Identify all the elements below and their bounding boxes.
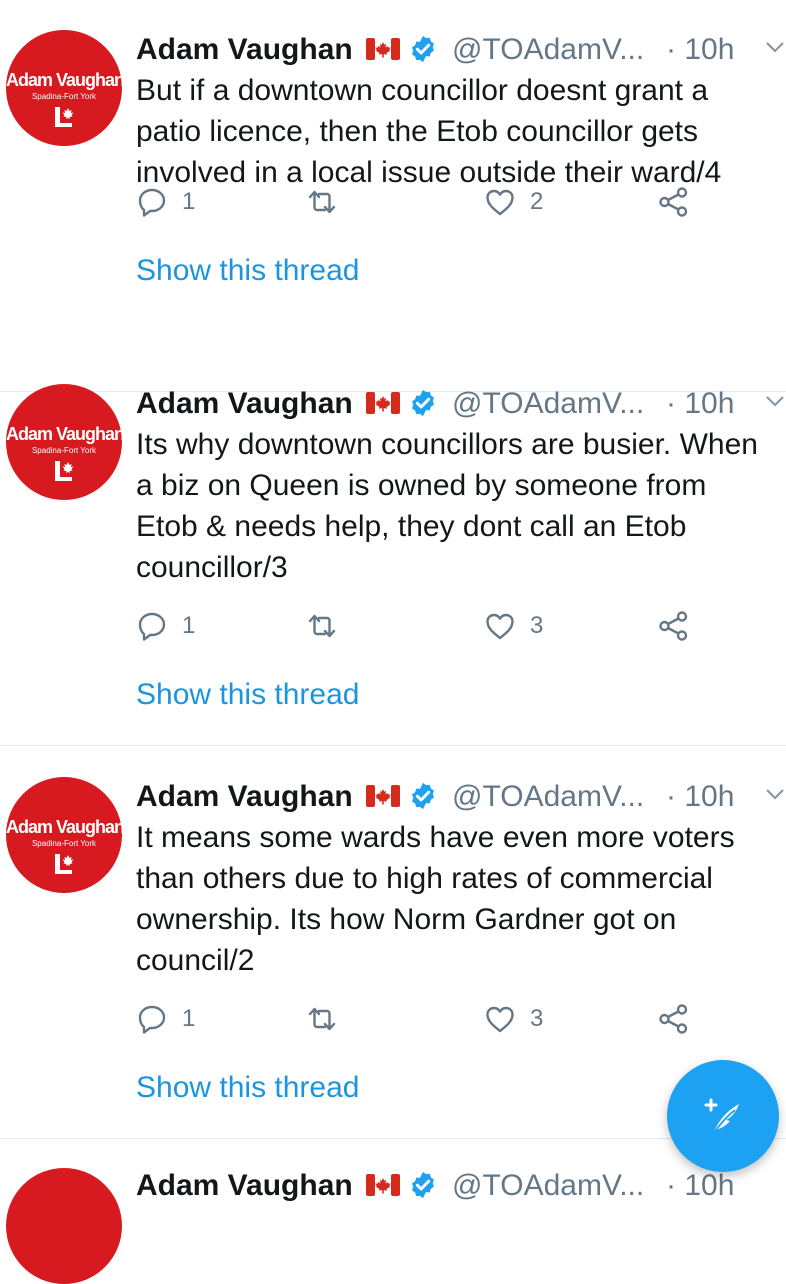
tweet-time[interactable]: · 10h <box>666 1168 734 1204</box>
canada-flag-icon <box>366 392 400 414</box>
retweet-button[interactable] <box>306 997 352 1041</box>
canada-flag-icon <box>366 1174 400 1196</box>
tweet-header: Adam Vaughan @TOAdamV... · 10h <box>136 386 786 422</box>
author-handle[interactable]: @TOAdamV... <box>452 32 644 68</box>
heart-icon <box>486 189 514 216</box>
reply-button[interactable]: 1 <box>136 997 195 1041</box>
liberal-logo-icon <box>55 107 74 127</box>
author-name[interactable]: Adam Vaughan <box>136 32 353 68</box>
tweet[interactable]: Adam Vaughan Spadina-Fort York Adam Vaug… <box>0 354 786 746</box>
tweet-text: Its why downtown councillors are busier.… <box>136 428 758 584</box>
author-handle[interactable]: @TOAdamV... <box>452 779 644 815</box>
tweet-text: But if a downtown councillor doesnt gran… <box>136 74 722 189</box>
tweet-header: Adam Vaughan @TOAdamV... · 10h <box>136 1168 786 1204</box>
like-button[interactable]: 3 <box>484 997 543 1041</box>
verified-badge-icon <box>412 1171 434 1199</box>
tweet[interactable]: Adam Vaughan Spadina-Fort York Adam Vaug… <box>0 0 786 392</box>
liberal-logo-icon <box>55 461 74 481</box>
tweet[interactable]: Adam Vaughan @TOAdamV... · 10h <box>0 1140 786 1284</box>
retweet-icon <box>308 1007 336 1031</box>
verified-badge-icon <box>412 782 434 810</box>
like-count: 2 <box>530 188 544 215</box>
author-name[interactable]: Adam Vaughan <box>136 386 353 422</box>
heart-icon <box>486 1006 514 1033</box>
tweet-actions: 1 3 <box>136 604 696 648</box>
compose-tweet-button[interactable] <box>667 1060 779 1172</box>
avatar-riding: Spadina-Fort York <box>31 446 97 455</box>
retweet-icon <box>308 190 336 214</box>
canada-flag-icon <box>366 785 400 807</box>
tweet-actions: 1 3 <box>136 997 696 1041</box>
chevron-down-icon[interactable] <box>764 38 786 56</box>
like-count: 3 <box>530 612 544 639</box>
like-button[interactable]: 3 <box>484 604 543 648</box>
tweet-actions: 1 2 <box>136 180 696 224</box>
avatar-name: Adam Vaughan <box>6 70 122 90</box>
tweet-time[interactable]: · 10h <box>666 779 734 815</box>
retweet-button[interactable] <box>306 604 352 648</box>
show-thread-link[interactable]: Show this thread <box>136 253 359 289</box>
tweet-text: It means some wards have even more voter… <box>136 821 735 977</box>
chevron-down-icon[interactable] <box>764 392 786 410</box>
share-button[interactable] <box>658 997 690 1041</box>
share-button[interactable] <box>658 604 690 648</box>
avatar[interactable]: Adam Vaughan Spadina-Fort York <box>6 384 122 500</box>
compose-tweet-icon <box>704 1098 739 1135</box>
avatar[interactable] <box>6 1168 122 1284</box>
avatar[interactable]: Adam Vaughan Spadina-Fort York <box>6 30 122 146</box>
avatar-name: Adam Vaughan <box>6 424 122 444</box>
verified-badge-icon <box>412 35 434 63</box>
retweet-button[interactable] <box>306 180 352 224</box>
verified-badge-icon <box>412 389 434 417</box>
tweet-time[interactable]: · 10h <box>666 386 734 422</box>
author-handle[interactable]: @TOAdamV... <box>452 386 644 422</box>
reply-icon <box>138 188 166 217</box>
tweet[interactable]: Adam Vaughan Spadina-Fort York Adam Vaug… <box>0 747 786 1139</box>
share-icon <box>659 611 688 641</box>
reply-button[interactable]: 1 <box>136 180 195 224</box>
reply-icon <box>138 612 166 641</box>
tweet-header: Adam Vaughan @TOAdamV... · 10h <box>136 32 786 68</box>
avatar-name: Adam Vaughan <box>6 817 122 837</box>
avatar-riding: Spadina-Fort York <box>31 92 97 101</box>
show-thread-link[interactable]: Show this thread <box>136 677 359 713</box>
chevron-down-icon[interactable] <box>764 785 786 803</box>
avatar[interactable]: Adam Vaughan Spadina-Fort York <box>6 777 122 893</box>
share-icon <box>659 187 688 217</box>
author-handle[interactable]: @TOAdamV... <box>452 1168 644 1204</box>
reply-count: 1 <box>182 188 196 215</box>
avatar-riding: Spadina-Fort York <box>31 839 97 848</box>
canada-flag-icon <box>366 38 400 60</box>
like-count: 3 <box>530 1005 544 1032</box>
share-button[interactable] <box>658 180 690 224</box>
reply-count: 1 <box>182 612 196 639</box>
reply-count: 1 <box>182 1005 196 1032</box>
author-name[interactable]: Adam Vaughan <box>136 1168 353 1204</box>
heart-icon <box>486 613 514 640</box>
tweet-header: Adam Vaughan @TOAdamV... · 10h <box>136 779 786 815</box>
liberal-logo-icon <box>55 854 74 874</box>
retweet-icon <box>308 614 336 638</box>
share-icon <box>659 1004 688 1034</box>
reply-button[interactable]: 1 <box>136 604 195 648</box>
show-thread-link[interactable]: Show this thread <box>136 1070 359 1106</box>
like-button[interactable]: 2 <box>484 180 543 224</box>
reply-icon <box>138 1005 166 1034</box>
tweet-time[interactable]: · 10h <box>666 32 734 68</box>
author-name[interactable]: Adam Vaughan <box>136 779 353 815</box>
